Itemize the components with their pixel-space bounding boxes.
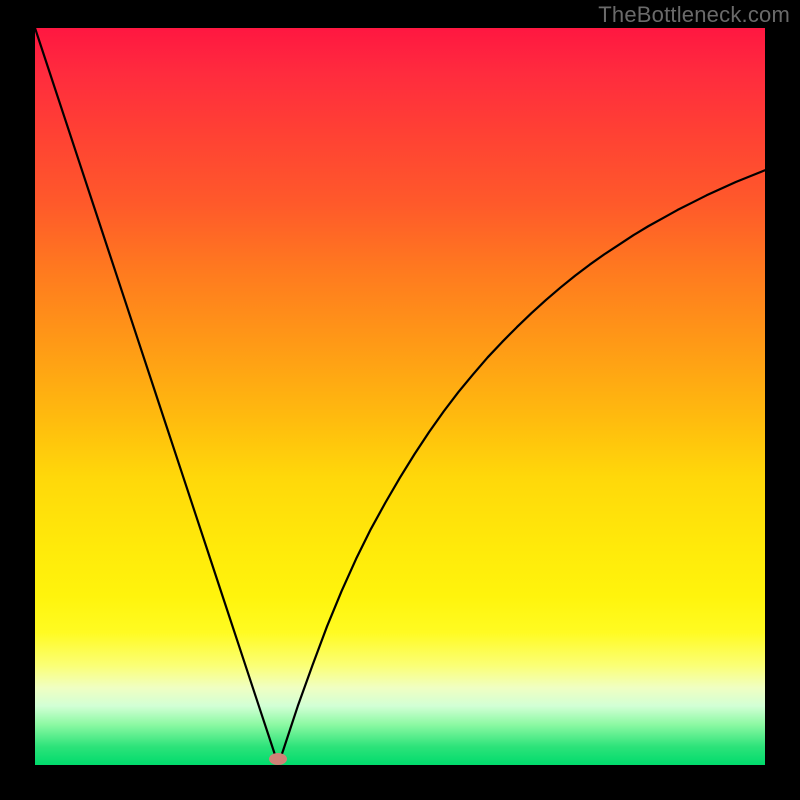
watermark-label: TheBottleneck.com — [598, 2, 790, 28]
bottleneck-curve — [35, 28, 765, 765]
chart-frame: TheBottleneck.com — [0, 0, 800, 800]
plot-area — [35, 28, 765, 765]
optimum-marker-icon — [269, 753, 287, 765]
